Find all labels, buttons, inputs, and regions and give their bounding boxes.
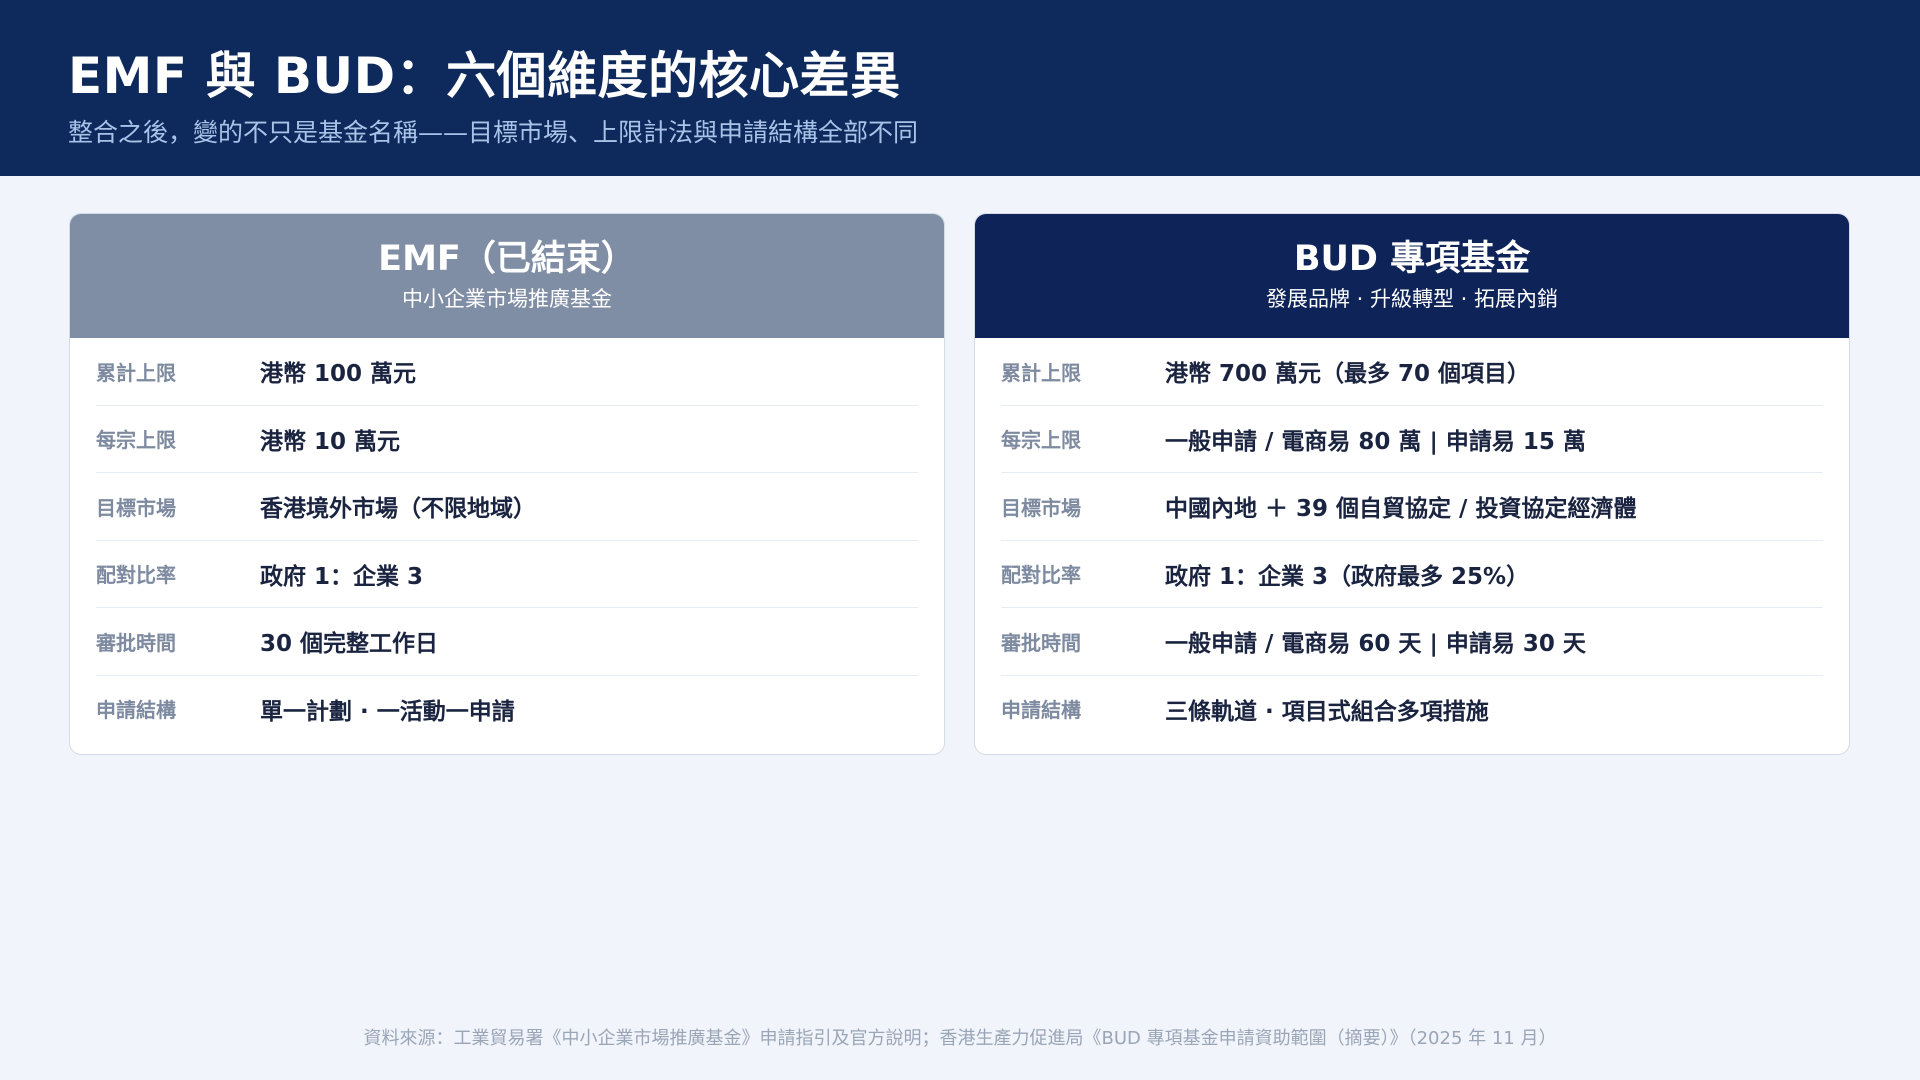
emf-row-approval-time: 審批時間 30 個完整工作日 (96, 608, 918, 676)
row-label: 配對比率 (1001, 563, 1081, 588)
row-value: 香港境外市場（不限地域） (260, 496, 536, 523)
bud-card-subtitle: 發展品牌 · 升級轉型 · 拓展內銷 (1265, 287, 1559, 311)
row-label: 目標市場 (96, 495, 176, 520)
row-label: 申請結構 (1001, 698, 1081, 723)
emf-row-cumulative-cap: 累計上限 港幣 100 萬元 (96, 338, 918, 406)
bud-card: BUD 專項基金 發展品牌 · 升級轉型 · 拓展內銷 累計上限 港幣 700 … (974, 213, 1850, 755)
row-value: 中國內地 ＋ 39 個自貿協定 / 投資協定經濟體 (1165, 496, 1637, 523)
bud-row-per-application-cap: 每宗上限 一般申請 / 電商易 80 萬 | 申請易 15 萬 (1001, 406, 1823, 473)
row-value: 政府 1：企業 3（政府最多 25%） (1165, 563, 1530, 590)
emf-row-matching-ratio: 配對比率 政府 1：企業 3 (96, 541, 918, 608)
row-label: 每宗上限 (1001, 428, 1081, 453)
row-value: 港幣 700 萬元（最多 70 個項目） (1165, 361, 1531, 388)
row-label: 配對比率 (96, 563, 176, 588)
row-value: 三條軌道 · 項目式組合多項措施 (1165, 698, 1489, 725)
row-value: 單一計劃 · 一活動一申請 (260, 698, 515, 725)
row-value: 港幣 100 萬元 (260, 361, 417, 388)
bud-row-approval-time: 審批時間 一般申請 / 電商易 60 天 | 申請易 30 天 (1001, 608, 1823, 676)
bud-rows: 累計上限 港幣 700 萬元（最多 70 個項目） 每宗上限 一般申請 / 電商… (975, 338, 1849, 742)
emf-card: EMF（已結束） 中小企業市場推廣基金 累計上限 港幣 100 萬元 每宗上限 … (69, 213, 945, 755)
emf-row-target-market: 目標市場 香港境外市場（不限地域） (96, 473, 918, 541)
bud-row-target-market: 目標市場 中國內地 ＋ 39 個自貿協定 / 投資協定經濟體 (1001, 473, 1823, 541)
source-footnote: 資料來源：工業貿易署《中小企業市場推廣基金》申請指引及官方說明；香港生產力促進局… (363, 1028, 1557, 1049)
bud-card-header: BUD 專項基金 發展品牌 · 升級轉型 · 拓展內銷 (975, 214, 1849, 338)
header-banner: EMF 與 BUD：六個維度的核心差異 整合之後，變的不只是基金名稱——目標市場… (0, 0, 1920, 176)
emf-rows: 累計上限 港幣 100 萬元 每宗上限 港幣 10 萬元 目標市場 香港境外市場… (70, 338, 944, 742)
row-value: 30 個完整工作日 (260, 631, 439, 658)
row-label: 申請結構 (96, 698, 176, 723)
bud-card-title: BUD 專項基金 (1293, 239, 1531, 279)
page-subtitle: 整合之後，變的不只是基金名稱——目標市場、上限計法與申請結構全部不同 (68, 118, 919, 147)
row-value: 一般申請 / 電商易 60 天 | 申請易 30 天 (1165, 631, 1586, 658)
slide: EMF 與 BUD：六個維度的核心差異 整合之後，變的不只是基金名稱——目標市場… (0, 0, 1920, 1080)
emf-row-application-structure: 申請結構 單一計劃 · 一活動一申請 (96, 676, 918, 743)
row-value: 政府 1：企業 3 (260, 563, 424, 590)
row-label: 審批時間 (1001, 630, 1081, 655)
page-title: EMF 與 BUD：六個維度的核心差異 (68, 47, 901, 105)
emf-row-per-application-cap: 每宗上限 港幣 10 萬元 (96, 406, 918, 473)
bud-row-matching-ratio: 配對比率 政府 1：企業 3（政府最多 25%） (1001, 541, 1823, 608)
row-label: 目標市場 (1001, 495, 1081, 520)
emf-card-subtitle: 中小企業市場推廣基金 (402, 287, 612, 311)
row-label: 累計上限 (1001, 360, 1081, 385)
row-label: 每宗上限 (96, 428, 176, 453)
bud-row-application-structure: 申請結構 三條軌道 · 項目式組合多項措施 (1001, 676, 1823, 743)
row-value: 一般申請 / 電商易 80 萬 | 申請易 15 萬 (1165, 428, 1586, 455)
emf-card-header: EMF（已結束） 中小企業市場推廣基金 (70, 214, 944, 338)
row-label: 累計上限 (96, 360, 176, 385)
bud-row-cumulative-cap: 累計上限 港幣 700 萬元（最多 70 個項目） (1001, 338, 1823, 406)
emf-card-title: EMF（已結束） (378, 239, 636, 279)
row-value: 港幣 10 萬元 (260, 428, 401, 455)
row-label: 審批時間 (96, 630, 176, 655)
